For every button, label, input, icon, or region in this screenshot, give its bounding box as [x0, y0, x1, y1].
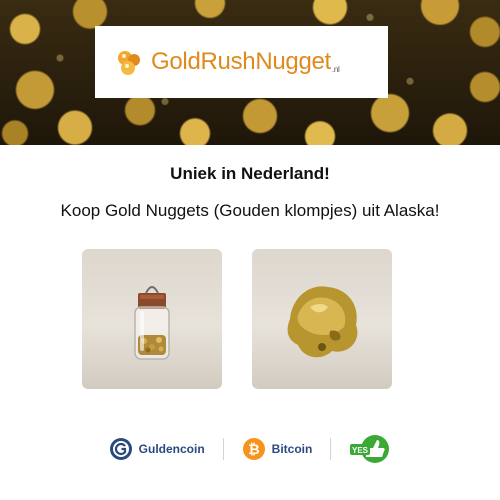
headline: Uniek in Nederland! — [170, 164, 330, 183]
guldencoin-icon — [109, 438, 132, 460]
payment-yes[interactable]: YES — [349, 433, 391, 465]
gold-nugget-logo-icon — [118, 51, 140, 75]
hero-banner: GoldRushNugget.nl — [0, 0, 500, 145]
gold-nugget-image — [287, 286, 358, 358]
payment-guldencoin[interactable]: Guldencoin — [109, 437, 205, 461]
payment-label-guldencoin: Guldencoin — [138, 442, 205, 456]
bitcoin-icon: ₿ — [242, 438, 265, 460]
payment-divider — [330, 438, 332, 460]
payment-label-bitcoin: Bitcoin — [271, 442, 313, 456]
subheadline: Koop Gold Nuggets (Gouden klompjes) uit … — [60, 201, 440, 220]
site-logo[interactable]: GoldRushNugget.nl — [95, 26, 388, 98]
logo-wordmark: GoldRushNugget.nl — [151, 48, 340, 75]
yes-thumbs-up-icon: YES — [350, 435, 390, 463]
svg-text:₿: ₿ — [248, 441, 259, 457]
payment-divider — [222, 438, 224, 460]
product-gold-flakes-vial[interactable] — [82, 249, 222, 389]
gold-flakes-vial-image — [134, 286, 170, 360]
product-gold-nugget[interactable] — [252, 249, 392, 389]
payment-bitcoin[interactable]: ₿ Bitcoin — [242, 437, 313, 461]
payment-methods: Guldencoin ₿ Bitcoin YES — [0, 431, 500, 467]
logo-tld: .nl — [331, 65, 340, 74]
yes-icon-label: YES — [352, 446, 369, 455]
